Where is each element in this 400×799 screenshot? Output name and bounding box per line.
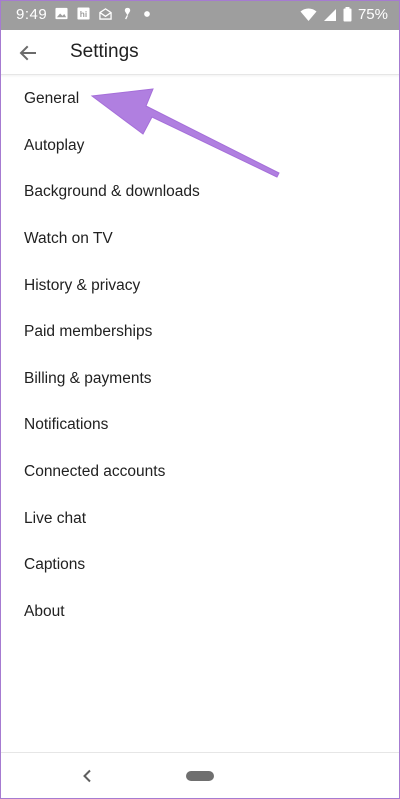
image-icon: [55, 7, 68, 20]
status-bar: 9:49 hi 75%: [0, 0, 400, 30]
dot-icon: [144, 10, 150, 17]
signal-icon: [323, 8, 336, 21]
settings-item-captions[interactable]: Captions: [0, 542, 400, 589]
system-nav-bar: [0, 752, 400, 799]
back-button[interactable]: [13, 38, 43, 68]
battery-icon: [343, 7, 352, 22]
annotation-arrow-icon: [90, 88, 280, 178]
hike-icon: hi: [77, 7, 90, 20]
mail-icon: [99, 8, 112, 20]
app-bar: Settings: [0, 30, 400, 75]
settings-item-notifications[interactable]: Notifications: [0, 402, 400, 449]
nav-back-button[interactable]: [77, 765, 97, 787]
settings-item-history-privacy[interactable]: History & privacy: [0, 262, 400, 309]
settings-item-billing-payments[interactable]: Billing & payments: [0, 356, 400, 403]
chevron-left-icon: [83, 769, 91, 783]
page-title: Settings: [70, 41, 139, 62]
settings-item-live-chat[interactable]: Live chat: [0, 495, 400, 542]
svg-text:hi: hi: [80, 9, 87, 19]
status-time: 9:49: [16, 6, 48, 23]
wifi-icon: [300, 8, 317, 21]
settings-item-connected-accounts[interactable]: Connected accounts: [0, 449, 400, 496]
settings-item-paid-memberships[interactable]: Paid memberships: [0, 309, 400, 356]
arrow-back-icon: [19, 45, 36, 61]
settings-item-about[interactable]: About: [0, 589, 400, 636]
gps-icon: [124, 7, 131, 20]
battery-percent: 75%: [357, 6, 388, 23]
status-notification-icons: hi: [55, 7, 151, 20]
home-pill-icon[interactable]: [186, 771, 214, 781]
settings-item-watch-on-tv[interactable]: Watch on TV: [0, 216, 400, 263]
status-system-icons: 75%: [300, 6, 388, 23]
